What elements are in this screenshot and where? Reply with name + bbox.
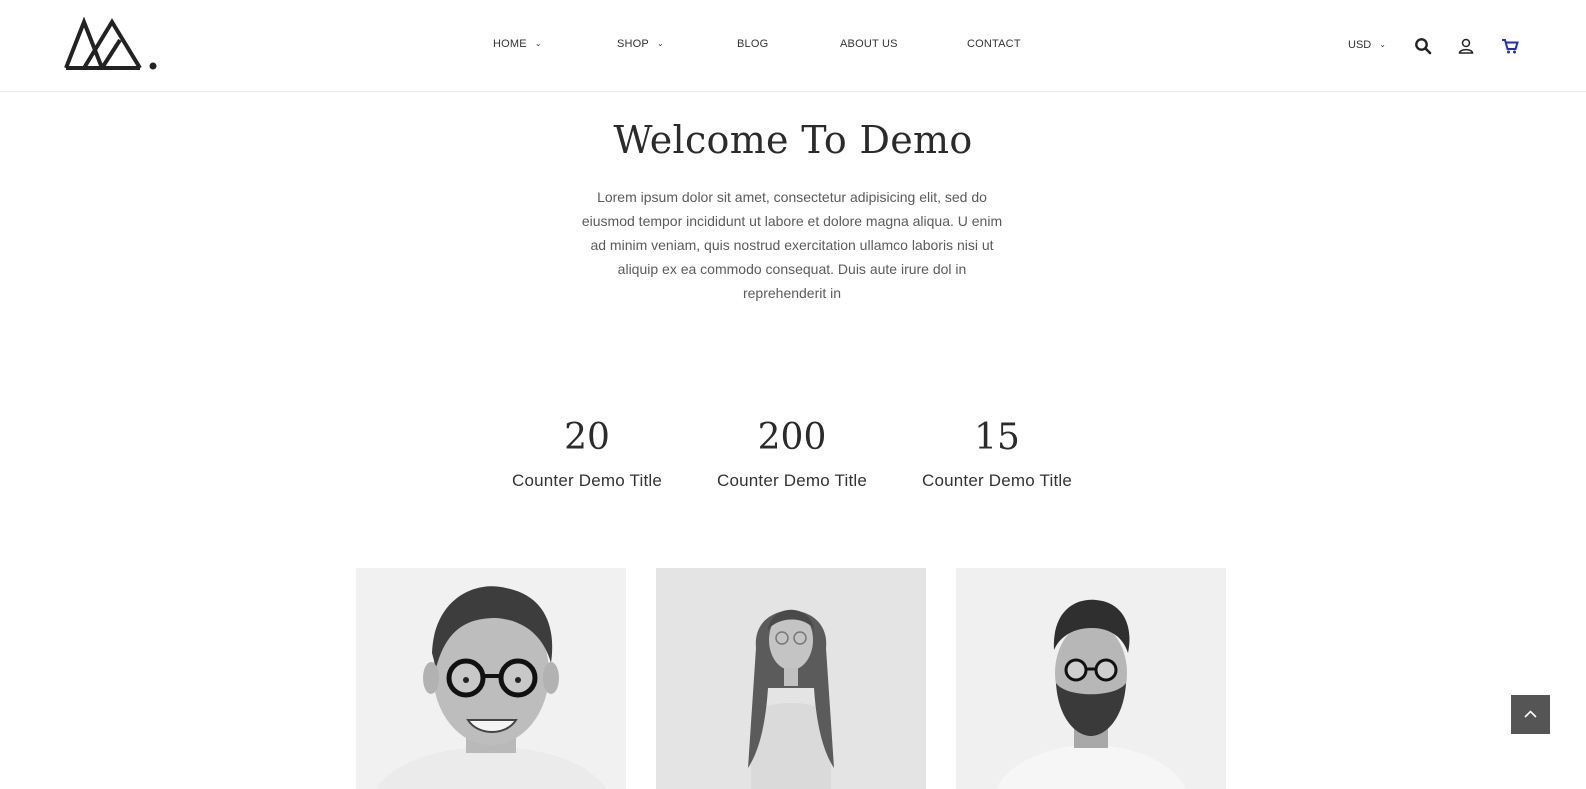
welcome-text: Lorem ipsum dolor sit amet, consectetur … <box>581 189 1003 301</box>
back-to-top-button[interactable] <box>1511 695 1550 734</box>
user-icon[interactable] <box>1456 36 1476 56</box>
cart-icon[interactable] <box>1500 36 1520 56</box>
counter-item: 20 Counter Demo Title <box>487 410 687 491</box>
logo[interactable] <box>64 16 160 72</box>
welcome-title: Welcome To Demo <box>613 118 973 162</box>
search-icon[interactable] <box>1413 36 1433 56</box>
nav-about-us-label: ABOUT US <box>840 38 898 50</box>
nav-shop[interactable]: SHOP ⌄ <box>617 38 664 50</box>
counter-item: 200 Counter Demo Title <box>692 410 892 491</box>
chevron-down-icon: ⌄ <box>1379 40 1386 49</box>
nav-home[interactable]: HOME ⌄ <box>493 38 542 50</box>
counter-title: Counter Demo Title <box>511 471 663 490</box>
team-member-photo[interactable] <box>356 568 626 789</box>
nav-blog-label: BLOG <box>737 38 769 50</box>
counter-value: 200 <box>757 417 827 458</box>
team-member-photo[interactable] <box>956 568 1226 789</box>
nav-blog[interactable]: BLOG <box>737 38 768 50</box>
counter-item: 15 Counter Demo Title <box>897 410 1097 491</box>
chevron-up-icon <box>1524 710 1537 718</box>
team-member-photo[interactable] <box>656 568 926 789</box>
currency-label: USD <box>1348 39 1372 51</box>
currency-selector[interactable]: USD ⌄ <box>1348 39 1386 51</box>
bearded-man-portrait-image <box>956 568 1226 789</box>
nav-contact[interactable]: CONTACT <box>967 38 1021 50</box>
man-portrait-image <box>356 568 626 789</box>
counter-title: Counter Demo Title <box>716 471 868 490</box>
nav-about-us[interactable]: ABOUT US <box>840 38 898 50</box>
chevron-down-icon: ⌄ <box>534 39 542 48</box>
nav-home-label: HOME <box>493 38 527 50</box>
counter-value: 20 <box>564 417 610 458</box>
counter-value: 15 <box>974 417 1020 458</box>
woman-portrait-image <box>656 568 926 789</box>
nav-contact-label: CONTACT <box>967 38 1021 50</box>
chevron-down-icon: ⌄ <box>656 39 664 48</box>
site-header: HOME ⌄ SHOP ⌄ BLOG ABOUT US CONTACT USD ⌄ <box>0 0 1586 92</box>
counter-title: Counter Demo Title <box>921 471 1073 490</box>
nav-shop-label: SHOP <box>617 38 649 50</box>
